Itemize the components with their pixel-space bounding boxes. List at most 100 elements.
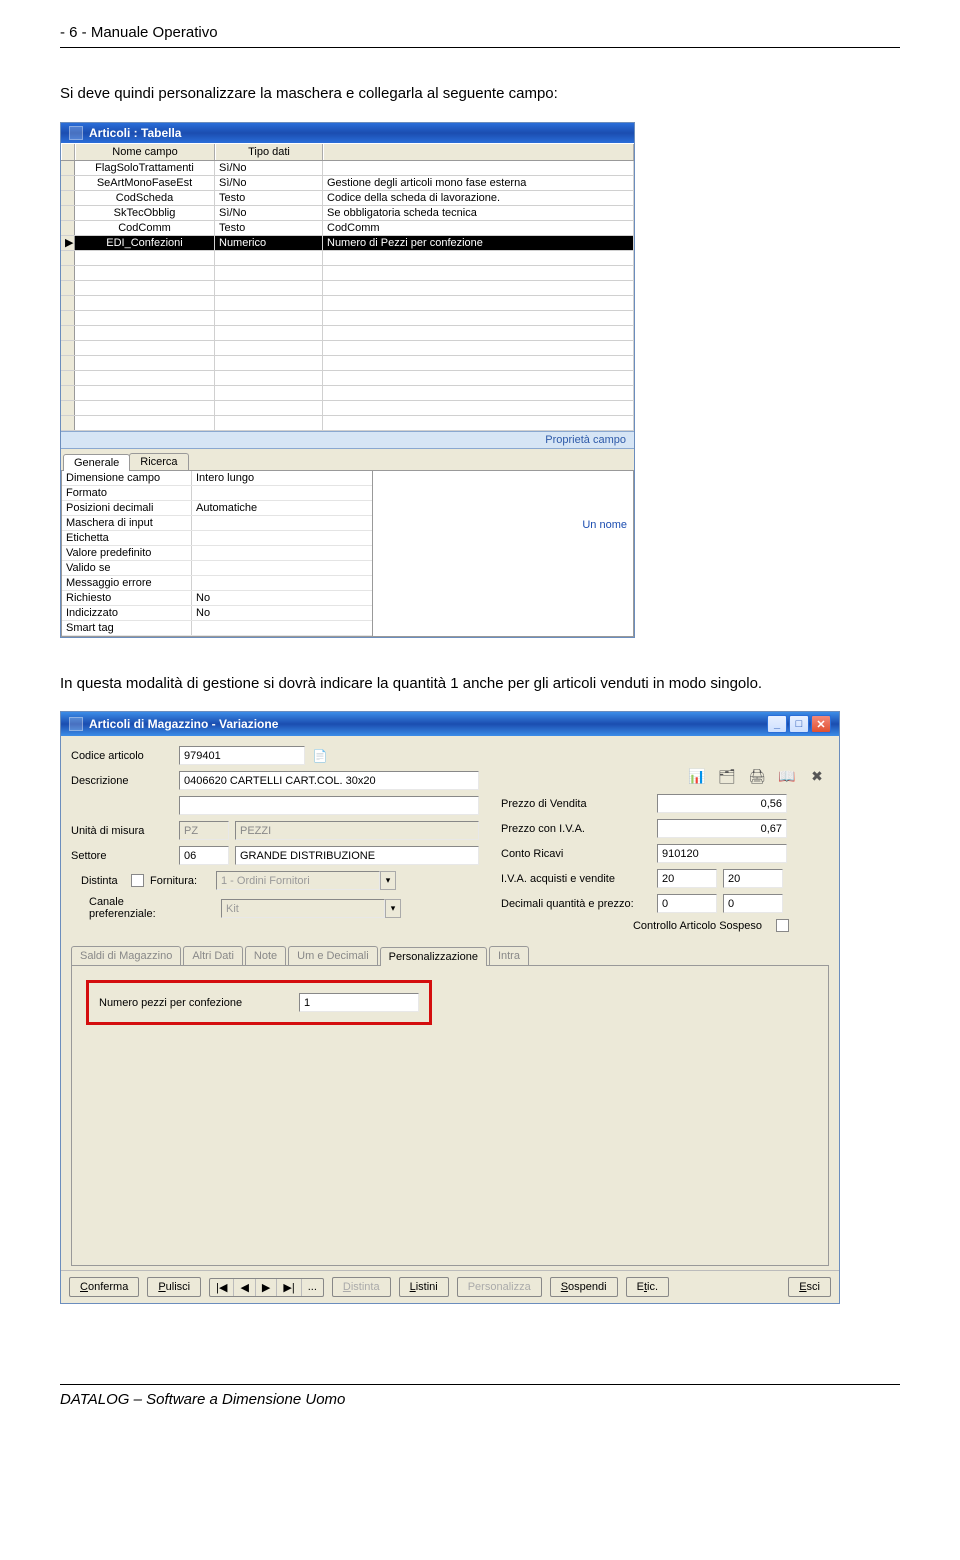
chart-icon[interactable]: 📊 (687, 766, 707, 786)
etic-button[interactable]: Etic. (626, 1277, 669, 1297)
nav-last[interactable]: ▶| (277, 1279, 301, 1296)
nav-more[interactable]: ... (302, 1279, 323, 1296)
printer-icon[interactable]: 🖨 (747, 766, 767, 786)
property-tabs: Generale Ricerca (61, 449, 634, 470)
esci-button[interactable]: Esci (788, 1277, 831, 1297)
table-icon (69, 126, 83, 140)
fornitura-label: Fornitura: (150, 875, 210, 887)
tab-saldi-di-magazzino[interactable]: Saldi di Magazzino (71, 946, 181, 965)
table-row[interactable]: CodSchedaTestoCodice della scheda di lav… (61, 191, 634, 206)
iva-acq-input[interactable]: 20 (657, 869, 717, 888)
table-row[interactable]: SkTecObbligSì/NoSe obbligatoria scheda t… (61, 206, 634, 221)
chevron-down-icon[interactable]: ▾ (385, 899, 401, 918)
close-x-icon[interactable]: ✖ (807, 766, 827, 786)
sospendi-button[interactable]: Sospendi (550, 1277, 618, 1297)
tab-note[interactable]: Note (245, 946, 286, 965)
grid-body[interactable]: FlagSoloTrattamentiSì/NoSeArtMonoFaseEst… (61, 161, 634, 431)
property-list[interactable]: Dimensione campoIntero lungoFormatoPosiz… (62, 471, 372, 636)
table-row[interactable] (61, 416, 634, 431)
tab-ricerca[interactable]: Ricerca (129, 453, 188, 470)
table-row[interactable]: SeArtMonoFaseEstSì/NoGestione degli arti… (61, 176, 634, 191)
minimize-button[interactable]: _ (767, 715, 787, 733)
nav-prev[interactable]: ◀ (234, 1279, 255, 1296)
tab-generale[interactable]: Generale (63, 454, 130, 471)
descr-input[interactable]: 0406620 CARTELLI CART.COL. 30x20 (179, 771, 479, 790)
tab-intra[interactable]: Intra (489, 946, 529, 965)
property-row[interactable]: Valore predefinito (62, 546, 372, 561)
num-pezzi-input[interactable]: 1 (299, 993, 419, 1012)
tab-panel-personalizzazione: Numero pezzi per confezione 1 (71, 966, 829, 1266)
tab-personalizzazione[interactable]: Personalizzazione (380, 947, 487, 966)
col-tipo-dati[interactable]: Tipo dati (215, 144, 323, 160)
prezzo-iva-input[interactable]: 0,67 (657, 819, 787, 838)
table-row[interactable]: ▶EDI_ConfezioniNumericoNumero di Pezzi p… (61, 236, 634, 251)
property-row[interactable]: Messaggio errore (62, 576, 372, 591)
table-row[interactable] (61, 341, 634, 356)
maximize-button[interactable]: □ (789, 715, 809, 733)
conferma-button[interactable]: Conferma (69, 1277, 139, 1297)
table-row[interactable] (61, 371, 634, 386)
property-hint: Un nome (372, 471, 633, 636)
conto-input[interactable]: 910120 (657, 844, 787, 863)
controllo-checkbox[interactable] (776, 919, 789, 932)
titlebar[interactable]: Articoli di Magazzino - Variazione _ □ ✕ (61, 712, 839, 736)
settore-code-input[interactable]: 06 (179, 846, 229, 865)
mid-text: In questa modalità di gestione si dovrà … (60, 674, 900, 694)
card-icon[interactable]: 🗂 (717, 766, 737, 786)
prezzo-vendita-input[interactable]: 0,56 (657, 794, 787, 813)
tab-altri-dati[interactable]: Altri Dati (183, 946, 243, 965)
tab-um-e-decimali[interactable]: Um e Decimali (288, 946, 378, 965)
descr2-input[interactable] (179, 796, 479, 815)
property-row[interactable]: Valido se (62, 561, 372, 576)
table-row[interactable]: FlagSoloTrattamentiSì/No (61, 161, 634, 176)
page-footer: DATALOG – Software a Dimensione Uomo (60, 1384, 900, 1408)
table-row[interactable] (61, 326, 634, 341)
table-row[interactable]: CodCommTestoCodComm (61, 221, 634, 236)
pulisci-button[interactable]: Pulisci (147, 1277, 201, 1297)
property-row[interactable]: Maschera di input (62, 516, 372, 531)
um-desc-input[interactable]: PEZZI (235, 821, 479, 840)
table-row[interactable] (61, 386, 634, 401)
titlebar[interactable]: Articoli : Tabella (61, 123, 634, 143)
col-nome-campo[interactable]: Nome campo (75, 144, 215, 160)
nav-next[interactable]: ▶ (256, 1279, 277, 1296)
um-code-input[interactable]: PZ (179, 821, 229, 840)
close-button[interactable]: ✕ (811, 715, 831, 733)
settore-desc-input[interactable]: GRANDE DISTRIBUZIONE (235, 846, 479, 865)
nav-first[interactable]: |◀ (210, 1279, 234, 1296)
dec-p-input[interactable]: 0 (723, 894, 783, 913)
property-row[interactable]: Dimensione campoIntero lungo (62, 471, 372, 486)
property-row[interactable]: Formato (62, 486, 372, 501)
listini-button[interactable]: Listini (399, 1277, 449, 1297)
book-icon[interactable]: 📖 (777, 766, 797, 786)
copy-icon[interactable]: 📄 (311, 747, 329, 765)
table-row[interactable] (61, 266, 634, 281)
distinta-checkbox[interactable] (131, 874, 144, 887)
property-row[interactable]: Posizioni decimaliAutomatiche (62, 501, 372, 516)
table-row[interactable] (61, 401, 634, 416)
property-row[interactable]: RichiestoNo (62, 591, 372, 606)
personalizza-button[interactable]: Personalizza (457, 1277, 542, 1297)
iva-vend-input[interactable]: 20 (723, 869, 783, 888)
property-row[interactable]: Smart tag (62, 621, 372, 636)
header-rule (60, 47, 900, 48)
settore-label: Settore (71, 850, 173, 862)
table-row[interactable] (61, 251, 634, 266)
toolbar: 📊 🗂 🖨 📖 ✖ (687, 766, 827, 786)
property-row[interactable]: IndicizzatoNo (62, 606, 372, 621)
chevron-down-icon[interactable]: ▾ (380, 871, 396, 890)
num-pezzi-label: Numero pezzi per confezione (99, 997, 289, 1009)
canale-combo[interactable]: Kit (221, 899, 385, 918)
record-navigator[interactable]: |◀ ◀ ▶ ▶| ... (209, 1278, 324, 1297)
distinta-button[interactable]: Distinta (332, 1277, 391, 1297)
table-row[interactable] (61, 281, 634, 296)
iva-label: I.V.A. acquisti e vendite (501, 873, 651, 885)
dec-q-input[interactable]: 0 (657, 894, 717, 913)
fornitura-combo[interactable]: 1 - Ordini Fornitori (216, 871, 380, 890)
table-row[interactable] (61, 311, 634, 326)
table-row[interactable] (61, 356, 634, 371)
col-descrizione[interactable] (323, 144, 634, 160)
property-row[interactable]: Etichetta (62, 531, 372, 546)
table-row[interactable] (61, 296, 634, 311)
codice-input[interactable]: 979401 (179, 746, 305, 765)
